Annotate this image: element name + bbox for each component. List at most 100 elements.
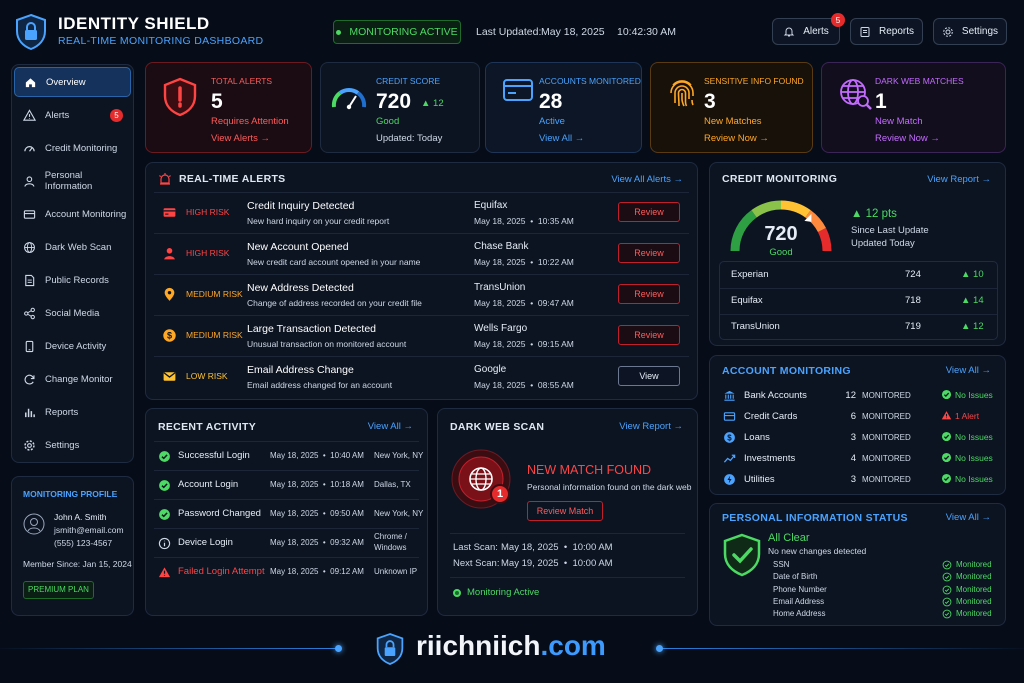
stat-link[interactable]: Review Now → — [704, 133, 769, 144]
sidebar-item-label: Account Monitoring — [45, 208, 127, 220]
personal-item-row: Email Address Monitored — [710, 597, 1007, 609]
alert-review-button[interactable]: Review — [618, 202, 680, 222]
mail-icon — [163, 372, 176, 381]
alert-icon-wrap — [162, 246, 177, 261]
alert-view-button[interactable]: View — [618, 366, 680, 386]
stat-card-dark-web-matches: DARK WEB MATCHES 1 New Match Review Now … — [821, 62, 1006, 153]
check-circle-icon — [159, 480, 170, 491]
activity-location: Unknown IP — [374, 567, 418, 576]
view-all-alerts-link[interactable]: View All Alerts → — [611, 174, 683, 185]
account-view-all-link[interactable]: View All → — [946, 365, 991, 376]
stat-value: 28 — [539, 90, 563, 113]
sidebar-item-account-monitoring[interactable]: Account Monitoring — [14, 199, 131, 229]
account-type: Credit Cards — [744, 411, 798, 422]
darkweb-view-report-link[interactable]: View Report → — [619, 421, 683, 432]
sidebar-item-personal-information[interactable]: Personal Information — [14, 166, 131, 196]
risk-level-label: HIGH RISK — [186, 248, 230, 258]
stat-link[interactable]: Review Now → — [875, 133, 940, 144]
bureau-row: Experian 724 ▲ 10 — [720, 262, 997, 288]
account-status-icon-wrap — [941, 452, 952, 463]
stat-link: Updated: Today — [376, 133, 443, 144]
alert-review-button[interactable]: Review — [618, 284, 680, 304]
darkweb-description: Personal information found on the dark w… — [527, 482, 692, 492]
sidebar-item-label: Overview — [46, 76, 86, 88]
settings-button[interactable]: Settings — [933, 18, 1007, 45]
activity-location: Chrome / — [374, 532, 407, 541]
settings-button-label: Settings — [961, 26, 999, 37]
alert-row: $ MEDIUM RISK Large Transaction Detected… — [146, 315, 699, 356]
activity-status-wrap — [158, 479, 171, 492]
status-dot-icon — [453, 588, 461, 597]
activity-event: Failed Login Attempt — [178, 566, 265, 577]
check-circle-icon — [941, 389, 952, 400]
bank-icon — [724, 390, 735, 401]
stat-delta: ▲ 12 — [421, 98, 444, 109]
sidebar-item-public-records[interactable]: Public Records — [14, 265, 131, 295]
location-pin-icon — [164, 287, 175, 301]
alert-source: Wells Fargo — [474, 323, 528, 334]
alerts-button[interactable]: Alerts 5 — [772, 13, 845, 45]
credit-gauge-score: 720 — [764, 223, 798, 245]
credit-view-report-link[interactable]: View Report → — [927, 174, 991, 185]
stat-subtext: Active — [539, 116, 565, 127]
home-icon — [25, 77, 36, 87]
alert-description: Email address changed for an account — [247, 380, 393, 390]
gear-icon — [943, 26, 953, 37]
stat-title: TOTAL ALERTS — [211, 76, 273, 86]
sidebar-item-overview[interactable]: Overview — [14, 67, 131, 97]
account-status: No Issues — [955, 432, 993, 442]
sidebar-item-alerts[interactable]: Alerts 5 — [14, 100, 131, 130]
alert-source: Equifax — [474, 200, 508, 211]
bureau-score: 724 — [905, 269, 921, 280]
personal-item-status: Monitored — [956, 560, 992, 569]
account-status: No Issues — [955, 474, 993, 484]
check-ring-icon — [942, 560, 952, 570]
bureau-delta: ▲ 10 — [961, 269, 984, 280]
activity-time: May 18, 2025 • 10:40 AM — [270, 451, 364, 460]
last-updated-label: Last Updated: — [476, 26, 542, 38]
user-icon — [24, 175, 35, 187]
risk-level-label: MEDIUM RISK — [186, 330, 243, 340]
personal-item-row: Phone Number Monitored — [710, 585, 1007, 597]
sidebar-item-label: Device Activity — [45, 340, 107, 352]
review-match-button[interactable]: Review Match — [527, 501, 603, 521]
check-circle-icon — [159, 451, 170, 462]
dollar-icon: $ — [163, 329, 176, 342]
stat-icon-wrap — [330, 81, 368, 111]
account-icon-wrap — [723, 410, 736, 423]
card-icon — [23, 209, 36, 219]
personal-item-check-wrap — [942, 572, 952, 582]
activity-time: May 18, 2025 • 10:18 AM — [270, 480, 364, 489]
sidebar-item-settings[interactable]: Settings — [14, 430, 131, 460]
personal-item-check-wrap — [942, 560, 952, 570]
personal-sub: No new changes detected — [768, 546, 867, 556]
stat-icon-wrap — [162, 77, 198, 117]
alert-icon-wrap — [162, 287, 177, 302]
stat-title: CREDIT SCORE — [376, 76, 441, 86]
sidebar-item-device-activity[interactable]: Device Activity — [14, 331, 131, 361]
credit-updated-label: Updated Today — [851, 238, 915, 249]
footer-dot-right — [656, 645, 663, 652]
stat-subtext: Good — [376, 116, 400, 127]
dollar-icon: $ — [724, 432, 735, 443]
personal-info-panel: PERSONAL INFORMATION STATUS View All → A… — [709, 503, 1006, 626]
activity-view-all-link[interactable]: View All → — [368, 421, 413, 432]
footer-line-left — [0, 648, 338, 649]
sidebar-item-credit-monitoring[interactable]: Credit Monitoring — [14, 133, 131, 163]
sidebar-item-reports[interactable]: Reports — [14, 397, 131, 427]
bar-chart-icon — [25, 408, 35, 417]
alert-review-button[interactable]: Review — [618, 243, 680, 263]
sidebar-item-social-media[interactable]: Social Media — [14, 298, 131, 328]
activity-row: Password Changed May 18, 2025 • 09:50 AM… — [146, 499, 429, 528]
personal-item-status: Monitored — [956, 584, 992, 594]
sidebar-item-change-monitor[interactable]: Change Monitor — [14, 364, 131, 394]
alert-triangle-icon — [158, 567, 171, 578]
stat-link[interactable]: View Alerts → — [211, 133, 270, 144]
globe-icon — [24, 241, 35, 253]
alert-review-button[interactable]: Review — [618, 325, 680, 345]
account-count: 4 — [850, 453, 856, 464]
reports-button[interactable]: Reports — [850, 18, 923, 45]
personal-view-all-link[interactable]: View All → — [946, 512, 991, 523]
sidebar-item-dark-web-scan[interactable]: Dark Web Scan — [14, 232, 131, 262]
stat-link[interactable]: View All → — [539, 133, 584, 144]
